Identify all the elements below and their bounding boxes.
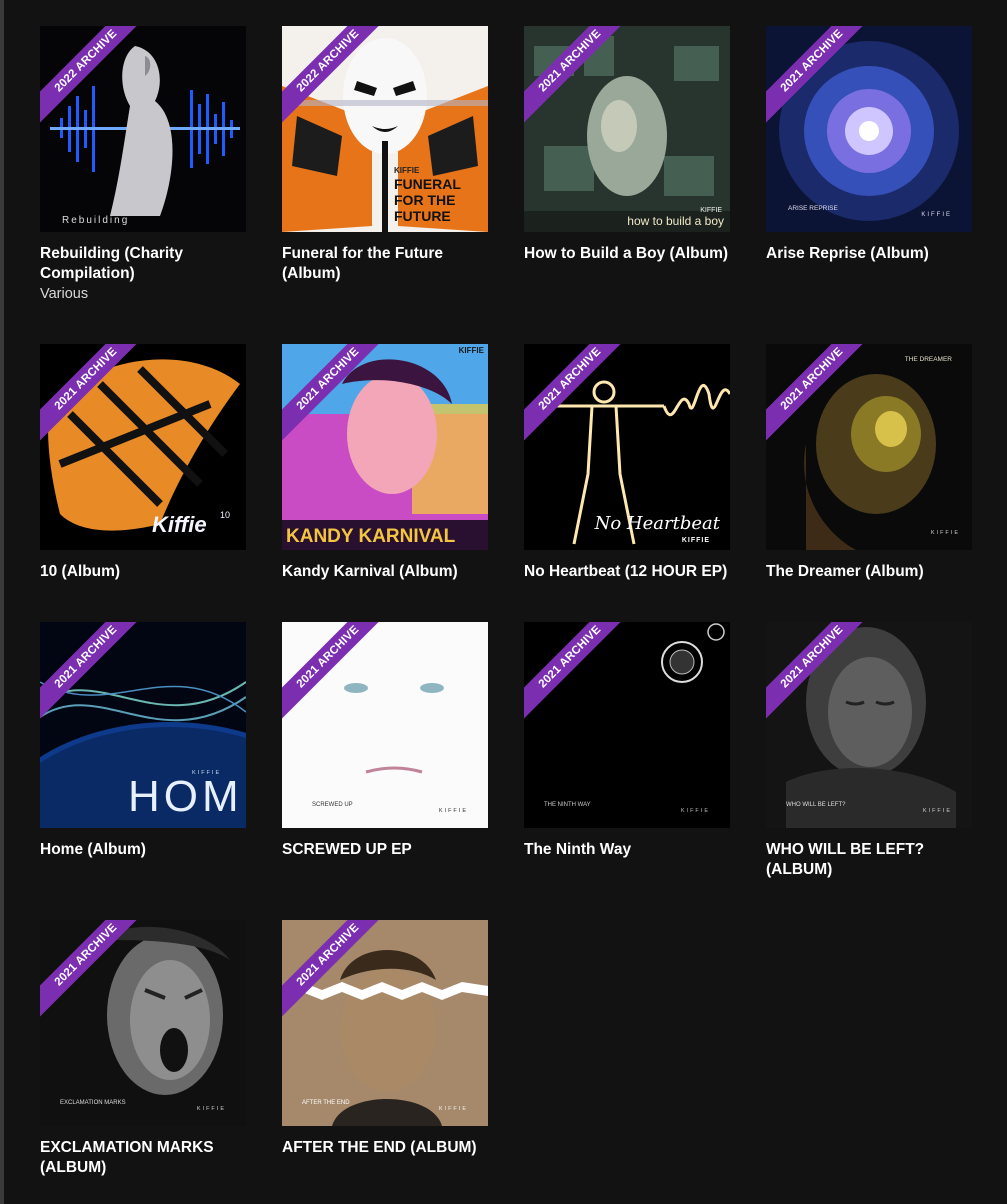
album-card-arise-reprise[interactable]: 2021 ARCHIVE ARISE REPRISE KIFFIE Arise …: [766, 26, 972, 264]
cover-text: AFTER THE END: [302, 1100, 350, 1106]
album-cover[interactable]: 2021 ARCHIVE KIFFIE how to build a boy: [524, 26, 730, 232]
album-cover[interactable]: 2021 ARCHIVE ARISE REPRISE KIFFIE: [766, 26, 972, 232]
album-title[interactable]: Home (Album): [40, 840, 246, 860]
cover-art-after-the-end: [282, 920, 488, 1126]
album-artist: Various: [40, 286, 89, 302]
cover-artist: KIFFIE: [196, 1106, 226, 1112]
cover-art-kandy-karnival: [282, 344, 488, 550]
cover-artist: KIFFIE: [394, 166, 420, 175]
cover-text: THE NINTH WAY: [544, 802, 591, 808]
album-cover[interactable]: 2021 ARCHIVE THE NINTH WAY KIFFIE: [524, 622, 730, 828]
album-title[interactable]: The Dreamer (Album): [766, 562, 972, 582]
cover-text: ARISE REPRISE: [788, 205, 838, 212]
cover-text: how to build a boy: [627, 214, 724, 228]
album-cover[interactable]: 2021 ARCHIVE No Heartbeat KIFFIE: [524, 344, 730, 550]
cover-text: FUNERAL FOR THE FUTURE: [394, 176, 461, 224]
cover-text: HOME: [128, 772, 246, 821]
album-card-rebuilding[interactable]: 2022 ARCHIVE Rebuilding Rebuilding (Char…: [40, 26, 246, 304]
album-cover[interactable]: 2021 ARCHIVE AFTER THE END KIFFIE: [282, 920, 488, 1126]
cover-art-who-will-be-left: [766, 622, 972, 828]
cover-text-number: 10: [220, 510, 231, 520]
cover-artist: KIFFIE: [921, 212, 952, 218]
cover-art-arise-reprise: [766, 26, 972, 232]
album-title[interactable]: WHO WILL BE LEFT? (ALBUM): [766, 840, 972, 880]
cover-text: WHO WILL BE LEFT?: [786, 802, 846, 808]
album-title[interactable]: Arise Reprise (Album): [766, 244, 972, 264]
cover-artist: KIFFIE: [681, 537, 710, 544]
album-cover[interactable]: 2021 ARCHIVE KIFFIE HOME: [40, 622, 246, 828]
album-title[interactable]: Funeral for the Future (Album): [282, 244, 488, 284]
album-card-10[interactable]: 2021 ARCHIVE Kiffie 10 10 (Album): [40, 344, 246, 582]
album-cover[interactable]: 2022 ARCHIVE KIFFIE FUNERAL FOR THE FUTU…: [282, 26, 488, 232]
album-cover[interactable]: 2021 ARCHIVE SCREWED UP KIFFIE: [282, 622, 488, 828]
cover-artist: KIFFIE: [438, 808, 468, 814]
album-title[interactable]: Rebuilding (Charity Compilation): [40, 244, 246, 284]
album-title[interactable]: Kandy Karnival (Album): [282, 562, 488, 582]
cover-artist: KIFFIE: [438, 1106, 468, 1112]
cover-artist: KIFFIE: [930, 530, 960, 536]
album-card-the-ninth-way[interactable]: 2021 ARCHIVE THE NINTH WAY KIFFIE The Ni…: [524, 622, 730, 860]
cover-art-screwed-up: [282, 622, 488, 828]
cover-art-ninth-way: [524, 622, 730, 828]
cover-text: SCREWED UP: [312, 802, 353, 808]
cover-art-rebuilding: [40, 26, 246, 232]
album-cover[interactable]: 2022 ARCHIVE Rebuilding: [40, 26, 246, 232]
cover-text: Rebuilding: [62, 215, 130, 226]
album-title[interactable]: AFTER THE END (ALBUM): [282, 1138, 488, 1158]
album-card-who-will-be-left[interactable]: 2021 ARCHIVE WHO WILL BE LEFT? KIFFIE WH…: [766, 622, 972, 880]
album-cover[interactable]: 2021 ARCHIVE THE DREAMER KIFFIE: [766, 344, 972, 550]
cover-text: THE DREAMER: [904, 356, 952, 363]
cover-art-build-a-boy: [524, 26, 730, 232]
cover-art-exclamation-marks: [40, 920, 246, 1126]
cover-text: No Heartbeat: [594, 513, 720, 534]
album-cover[interactable]: 2021 ARCHIVE Kiffie 10: [40, 344, 246, 550]
album-card-funeral-for-the-future[interactable]: 2022 ARCHIVE KIFFIE FUNERAL FOR THE FUTU…: [282, 26, 488, 284]
cover-text: EXCLAMATION MARKS: [60, 1100, 126, 1106]
album-card-the-dreamer[interactable]: 2021 ARCHIVE THE DREAMER KIFFIE The Drea…: [766, 344, 972, 582]
album-cover[interactable]: 2021 ARCHIVE KIFFIE KANDY KARNIVAL: [282, 344, 488, 550]
cover-artist: KIFFIE: [680, 808, 710, 814]
album-cover[interactable]: 2021 ARCHIVE WHO WILL BE LEFT? KIFFIE: [766, 622, 972, 828]
album-card-screwed-up[interactable]: 2021 ARCHIVE SCREWED UP KIFFIE SCREWED U…: [282, 622, 488, 860]
album-title[interactable]: How to Build a Boy (Album): [524, 244, 730, 264]
cover-artist: KIFFIE: [700, 207, 722, 214]
album-card-home[interactable]: 2021 ARCHIVE KIFFIE HOME Home (Album): [40, 622, 246, 860]
album-card-exclamation-marks[interactable]: 2021 ARCHIVE EXCLAMATION MARKS KIFFIE EX…: [40, 920, 246, 1178]
cover-art-10: [40, 344, 246, 550]
album-card-after-the-end[interactable]: 2021 ARCHIVE AFTER THE END KIFFIE AFTER …: [282, 920, 488, 1158]
cover-text: Kiffie: [152, 512, 207, 537]
cover-artist: KIFFIE: [922, 808, 952, 814]
cover-art-the-dreamer: [766, 344, 972, 550]
album-card-how-to-build-a-boy[interactable]: 2021 ARCHIVE KIFFIE how to build a boy H…: [524, 26, 730, 264]
album-title[interactable]: The Ninth Way: [524, 840, 730, 860]
cover-artist: KIFFIE: [458, 346, 484, 355]
album-title[interactable]: EXCLAMATION MARKS (ALBUM): [40, 1138, 246, 1178]
album-title[interactable]: 10 (Album): [40, 562, 246, 582]
album-card-kandy-karnival[interactable]: 2021 ARCHIVE KIFFIE KANDY KARNIVAL Kandy…: [282, 344, 488, 582]
album-title[interactable]: SCREWED UP EP: [282, 840, 488, 860]
album-title[interactable]: No Heartbeat (12 HOUR EP): [524, 562, 730, 582]
cover-text: KANDY KARNIVAL: [286, 526, 456, 547]
album-cover[interactable]: 2021 ARCHIVE EXCLAMATION MARKS KIFFIE: [40, 920, 246, 1126]
album-grid: 2022 ARCHIVE Rebuilding Rebuilding (Char…: [0, 0, 1007, 1204]
album-card-no-heartbeat[interactable]: 2021 ARCHIVE No Heartbeat KIFFIE No Hear…: [524, 344, 730, 582]
